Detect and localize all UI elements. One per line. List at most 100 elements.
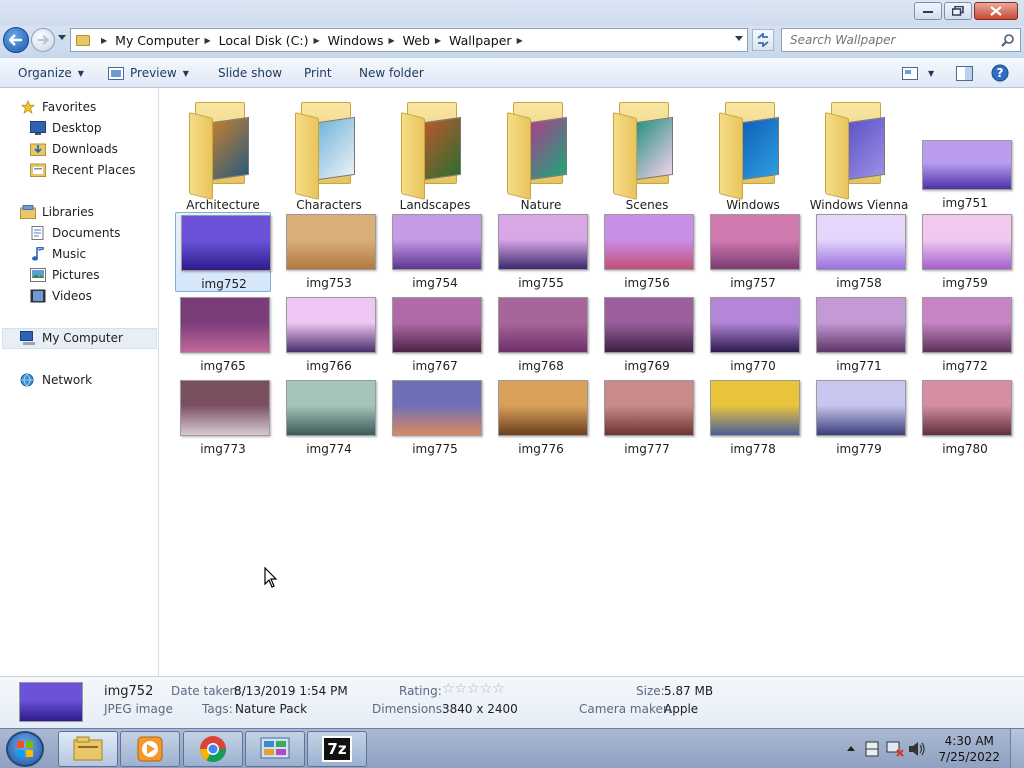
image-item[interactable]: img765 <box>175 295 271 375</box>
sidebar-item-pictures[interactable]: Pictures <box>30 265 100 285</box>
image-item[interactable]: img771 <box>811 295 907 375</box>
preview-pane-button[interactable] <box>956 58 973 88</box>
image-item[interactable]: img777 <box>599 378 695 458</box>
sidebar-item-recent-places[interactable]: Recent Places <box>30 160 135 180</box>
image-item[interactable]: img758 <box>811 212 907 292</box>
taskbar-7zip[interactable]: 7z <box>307 731 367 767</box>
taskbar-control-panel[interactable] <box>245 731 305 767</box>
address-bar[interactable]: ▶ My Computer ▶ Local Disk (C:) ▶ Window… <box>70 28 748 52</box>
folder-item[interactable]: Characters <box>281 96 377 212</box>
folder-item[interactable]: Landscapes <box>387 96 483 212</box>
image-thumbnail <box>604 297 694 353</box>
volume-icon[interactable] <box>908 741 926 757</box>
rating-star-icon[interactable]: ☆ <box>467 681 480 697</box>
breadcrumb-web[interactable]: Web <box>403 33 430 48</box>
tags-value[interactable]: Nature Pack <box>235 702 307 716</box>
start-button[interactable] <box>6 731 44 767</box>
image-item[interactable]: img754 <box>387 212 483 292</box>
sidebar-item-libraries[interactable]: Libraries <box>20 202 94 222</box>
clock[interactable]: 4:30 AM 7/25/2022 <box>938 733 1000 765</box>
chevron-right-icon[interactable]: ▶ <box>435 36 441 45</box>
chevron-right-icon[interactable]: ▶ <box>101 36 107 45</box>
image-item[interactable]: img775 <box>387 378 483 458</box>
maximize-button[interactable] <box>944 2 972 20</box>
image-item[interactable]: img752 <box>175 212 271 292</box>
sidebar-item-favorites[interactable]: Favorites <box>20 97 96 117</box>
address-dropdown-icon[interactable] <box>735 36 743 42</box>
close-button[interactable] <box>974 2 1018 20</box>
new-folder-button[interactable]: New folder <box>359 58 424 88</box>
history-dropdown-icon[interactable] <box>58 35 66 41</box>
folder-item[interactable]: Windows Vienna <box>810 96 908 212</box>
image-item[interactable]: img774 <box>281 378 377 458</box>
image-item[interactable]: img757 <box>705 212 801 292</box>
show-desktop-button[interactable] <box>1010 729 1024 768</box>
image-thumbnail <box>180 380 270 436</box>
rating-star-icon[interactable]: ☆ <box>455 681 468 697</box>
image-item[interactable]: img769 <box>599 295 695 375</box>
chevron-right-icon[interactable]: ▶ <box>314 36 320 45</box>
taskbar-media-player[interactable] <box>120 731 180 767</box>
image-item[interactable]: img766 <box>281 295 377 375</box>
image-item[interactable]: img773 <box>175 378 271 458</box>
organize-button[interactable]: Organize ▼ <box>18 58 84 88</box>
action-center-icon[interactable] <box>864 741 880 757</box>
rating-star-icon[interactable]: ☆ <box>480 681 493 697</box>
image-item[interactable]: img780 <box>917 378 1013 458</box>
sidebar-item-network[interactable]: Network <box>20 370 92 390</box>
image-item[interactable]: img767 <box>387 295 483 375</box>
folder-item[interactable]: Architecture <box>175 96 271 212</box>
taskbar-explorer[interactable] <box>58 731 118 767</box>
preview-button[interactable]: Preview ▼ <box>108 58 189 88</box>
print-button[interactable]: Print <box>304 58 332 88</box>
back-button[interactable] <box>3 27 29 53</box>
computer-icon <box>20 331 35 345</box>
search-icon[interactable] <box>1001 33 1015 47</box>
help-button[interactable]: ? <box>991 58 1009 88</box>
image-item[interactable]: img779 <box>811 378 907 458</box>
sidebar-item-documents[interactable]: Documents <box>30 223 120 243</box>
image-item[interactable]: img768 <box>493 295 589 375</box>
slideshow-button[interactable]: Slide show <box>218 58 282 88</box>
image-item[interactable]: img772 <box>917 295 1013 375</box>
image-item[interactable]: img751 <box>917 126 1013 210</box>
image-item[interactable]: img756 <box>599 212 695 292</box>
camera-maker-value[interactable]: Apple <box>664 702 698 716</box>
image-item[interactable]: img778 <box>705 378 801 458</box>
folder-item[interactable]: Scenes <box>599 96 695 212</box>
rating-star-icon[interactable]: ☆ <box>492 681 505 697</box>
image-item[interactable]: img759 <box>917 212 1013 292</box>
image-item[interactable]: img770 <box>705 295 801 375</box>
sidebar-item-videos[interactable]: Videos <box>30 286 92 306</box>
change-view-button[interactable]: ▼ <box>902 58 934 88</box>
network-status-icon[interactable] <box>886 741 904 757</box>
videos-icon <box>30 289 46 303</box>
image-item[interactable]: img753 <box>281 212 377 292</box>
search-input[interactable] <box>782 33 992 47</box>
image-item[interactable]: img755 <box>493 212 589 292</box>
taskbar-chrome[interactable] <box>183 731 243 767</box>
tray-expand-icon[interactable] <box>846 744 856 752</box>
minimize-button[interactable] <box>914 2 942 20</box>
sidebar-item-my-computer[interactable]: My Computer <box>20 328 123 348</box>
sidebar-item-music[interactable]: Music <box>30 244 86 264</box>
date-taken-value[interactable]: 8/13/2019 1:54 PM <box>234 684 348 698</box>
image-item[interactable]: img776 <box>493 378 589 458</box>
chevron-right-icon[interactable]: ▶ <box>204 36 210 45</box>
breadcrumb-wallpaper[interactable]: Wallpaper <box>449 33 512 48</box>
breadcrumb-my-computer[interactable]: My Computer <box>115 33 199 48</box>
forward-button[interactable] <box>31 28 55 52</box>
rating-star-icon[interactable]: ☆ <box>442 681 455 697</box>
breadcrumb-local-disk[interactable]: Local Disk (C:) <box>219 33 309 48</box>
folder-item[interactable]: Nature <box>493 96 589 212</box>
chevron-right-icon[interactable]: ▶ <box>388 36 394 45</box>
search-box[interactable] <box>781 28 1021 52</box>
breadcrumb-windows[interactable]: Windows <box>328 33 384 48</box>
item-label: img756 <box>624 276 670 290</box>
sidebar-item-desktop[interactable]: Desktop <box>30 118 102 138</box>
sidebar-item-downloads[interactable]: Downloads <box>30 139 118 159</box>
folder-item[interactable]: Windows <box>705 96 801 212</box>
refresh-button[interactable] <box>752 29 774 51</box>
chevron-right-icon[interactable]: ▶ <box>517 36 523 45</box>
rating-stars[interactable]: ☆☆☆☆☆ <box>442 681 505 697</box>
